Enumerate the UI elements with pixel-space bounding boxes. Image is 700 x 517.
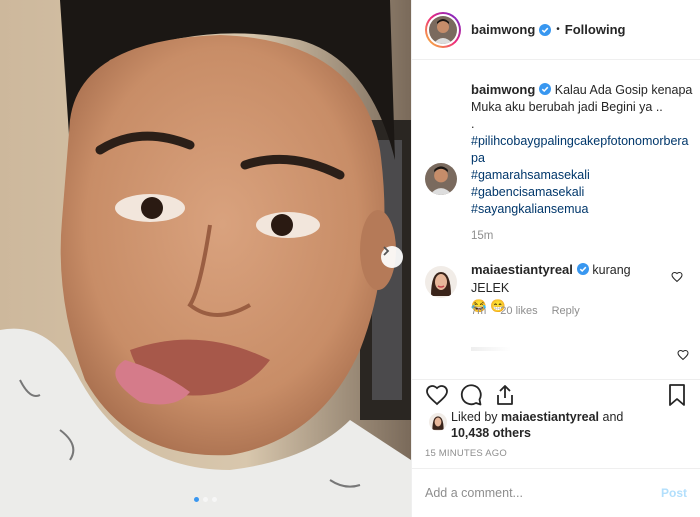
verified-badge-icon xyxy=(539,23,552,36)
post-sidebar: baimwong • Following baimwong Kalau Ada … xyxy=(411,0,700,517)
verified-badge-icon xyxy=(539,83,552,95)
carousel-indicator xyxy=(0,497,411,502)
caption-dot: . xyxy=(471,117,475,131)
post-image[interactable] xyxy=(0,0,411,517)
like-comment-heart-icon[interactable] xyxy=(677,349,689,361)
carousel-dot xyxy=(203,497,208,502)
add-comment-bar: Post xyxy=(412,468,700,517)
add-comment-input[interactable] xyxy=(425,483,645,503)
story-ring[interactable] xyxy=(425,11,461,48)
comment-meta: 7m 20 likes Reply xyxy=(471,305,580,317)
post-header: baimwong • Following xyxy=(412,0,700,60)
chevron-right-icon xyxy=(383,246,390,256)
header-separator: • xyxy=(556,24,560,35)
carousel-dot xyxy=(212,497,217,502)
hashtag-link[interactable]: #gabencisamasekali xyxy=(471,184,695,201)
hashtag-link[interactable]: #gamarahsamasekali xyxy=(471,167,695,184)
selfie-photo xyxy=(0,0,411,517)
carousel-dot xyxy=(194,497,199,502)
liked-by-user[interactable]: maiaestiantyreal xyxy=(501,410,599,424)
caption-time[interactable]: 15m xyxy=(471,228,695,245)
verified-badge-icon xyxy=(576,263,589,275)
avatar[interactable] xyxy=(425,163,457,195)
following-button[interactable]: Following xyxy=(565,22,626,37)
avatar[interactable] xyxy=(429,15,457,44)
next-comment-fade xyxy=(471,347,511,351)
likes-others-count[interactable]: 10,438 others xyxy=(451,426,531,440)
caption-username[interactable]: baimwong xyxy=(471,82,535,97)
like-comment-heart-icon[interactable] xyxy=(671,271,683,283)
comment-bubble-icon[interactable] xyxy=(459,383,483,407)
header-username[interactable]: baimwong xyxy=(471,22,535,37)
liked-by-prefix: Liked by xyxy=(451,410,502,424)
like-heart-icon[interactable] xyxy=(425,383,449,407)
bookmark-icon[interactable] xyxy=(666,383,688,407)
comments-list[interactable]: baimwong Kalau Ada Gosip kenapa Muka aku… xyxy=(412,61,700,379)
avatar[interactable] xyxy=(425,266,457,298)
hashtag-link[interactable]: #sayangkaliansemua xyxy=(471,201,695,218)
liked-by-and: and xyxy=(599,410,624,424)
avatar[interactable] xyxy=(429,413,447,431)
next-photo-button[interactable] xyxy=(381,246,403,268)
comment-time[interactable]: 7m xyxy=(471,305,486,317)
post-comment-button[interactable]: Post xyxy=(661,486,687,500)
reply-button[interactable]: Reply xyxy=(552,305,580,317)
post-timestamp[interactable]: 15 MINUTES AGO xyxy=(425,448,507,459)
hashtag-link[interactable]: #pilihcobaygpalingcakepfotonomorberapa xyxy=(471,133,695,167)
share-icon[interactable] xyxy=(493,383,517,407)
comment-likes[interactable]: 20 likes xyxy=(500,305,537,317)
comment-username[interactable]: maiaestiantyreal xyxy=(471,262,573,277)
